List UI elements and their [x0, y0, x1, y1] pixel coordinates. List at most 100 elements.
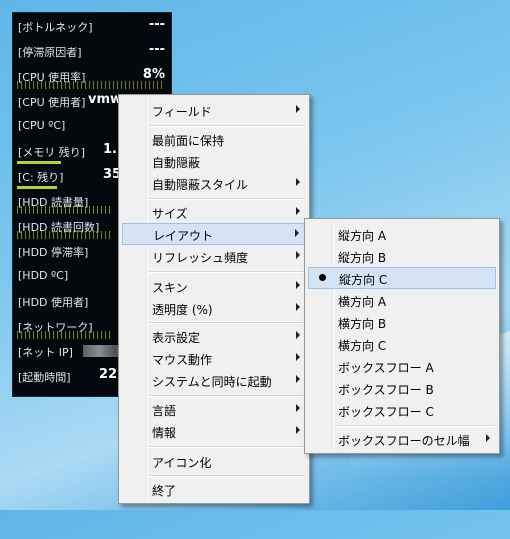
- layout-option-horizontal-b[interactable]: 横方向 B: [308, 311, 496, 333]
- menu-item-language[interactable]: 言語: [122, 398, 306, 420]
- menu-item-layout[interactable]: レイアウト: [122, 223, 306, 245]
- submenu-arrow-icon: [296, 353, 300, 361]
- menu-item-label: 縦方向 A: [338, 229, 387, 243]
- menu-item-auto-hide-style[interactable]: 自動隠蔽スタイル: [122, 172, 306, 194]
- row-label: [HDD ºC]: [18, 269, 69, 282]
- menu-item-startup[interactable]: システムと同時に起動: [122, 369, 306, 391]
- radio-selected-icon: [319, 274, 326, 281]
- layout-submenu: 縦方向 A 縦方向 B 縦方向 C 横方向 A 横方向 B 横方向 C ボックス…: [304, 218, 500, 454]
- submenu-arrow-icon: [296, 105, 300, 113]
- layout-option-boxflow-a[interactable]: ボックスフロー A: [308, 355, 496, 377]
- widget-row-stall-cause: [停滞原因者] ---: [13, 40, 171, 65]
- menu-item-label: ボックスフロー B: [338, 383, 434, 397]
- menu-item-label: アイコン化: [152, 456, 212, 470]
- widget-row-bottleneck: [ボトルネック] ---: [13, 15, 171, 40]
- hdd-count-graph: [17, 231, 111, 239]
- row-label: [HDD 使用者]: [18, 296, 89, 309]
- menu-item-label: 終了: [152, 484, 177, 498]
- layout-option-vertical-a[interactable]: 縦方向 A: [308, 223, 496, 245]
- menu-item-transparency[interactable]: 透明度 (%): [122, 297, 306, 319]
- row-value: 1.: [103, 142, 117, 157]
- menu-item-label: ボックスフロー C: [338, 405, 434, 419]
- row-value: 22: [99, 367, 118, 382]
- menu-separator: [149, 125, 305, 127]
- submenu-arrow-icon: [296, 404, 300, 412]
- menu-item-label: フィールド: [152, 105, 212, 119]
- layout-option-boxflow-b[interactable]: ボックスフロー B: [308, 377, 496, 399]
- menu-item-label: 言語: [152, 404, 177, 418]
- row-value: vmw: [88, 92, 123, 107]
- menu-item-always-on-top[interactable]: 最前面に保持: [122, 128, 306, 150]
- menu-item-label: スキン: [152, 281, 188, 295]
- submenu-arrow-icon: [296, 426, 300, 434]
- menu-item-info[interactable]: 情報: [122, 420, 306, 442]
- row-label: [ボトルネック]: [18, 21, 93, 34]
- menu-item-label: リフレッシュ頻度: [152, 251, 249, 265]
- menu-separator: [149, 271, 305, 273]
- menu-item-display-settings[interactable]: 表示設定: [122, 325, 306, 347]
- menu-item-skin[interactable]: スキン: [122, 275, 306, 297]
- widget-row-cpu-usage: [CPU 使用率] 8%: [13, 65, 171, 90]
- submenu-arrow-icon: [296, 303, 300, 311]
- menu-item-label: サイズ: [152, 207, 188, 221]
- layout-option-vertical-c[interactable]: 縦方向 C: [308, 267, 496, 289]
- submenu-arrow-icon: [296, 281, 300, 289]
- menu-item-label: 横方向 A: [338, 295, 387, 309]
- submenu-arrow-icon: [296, 251, 300, 259]
- menu-item-label: 表示設定: [152, 331, 201, 345]
- menu-item-size[interactable]: サイズ: [122, 201, 306, 223]
- menu-item-label: 横方向 B: [338, 317, 387, 331]
- layout-option-horizontal-a[interactable]: 横方向 A: [308, 289, 496, 311]
- submenu-arrow-icon: [295, 229, 299, 237]
- menu-item-auto-hide[interactable]: 自動隠蔽: [122, 150, 306, 172]
- menu-item-label: 自動隠蔽スタイル: [152, 178, 249, 192]
- menu-separator: [149, 475, 305, 477]
- menu-item-iconize[interactable]: アイコン化: [122, 450, 306, 472]
- menu-item-label: 縦方向 B: [338, 251, 387, 265]
- row-label: [停滞原因者]: [18, 46, 82, 59]
- menu-item-label: ボックスフローのセル幅: [338, 434, 470, 448]
- row-value: ---: [148, 42, 165, 57]
- submenu-arrow-icon: [296, 375, 300, 383]
- menu-item-label: 透明度 (%): [152, 303, 213, 317]
- network-graph: [17, 331, 111, 339]
- submenu-arrow-icon: [296, 331, 300, 339]
- row-label: [ネット IP]: [18, 346, 73, 359]
- memory-bar: [17, 161, 61, 164]
- row-label: [起動時間]: [18, 371, 71, 384]
- menu-item-exit[interactable]: 終了: [122, 478, 306, 500]
- menu-item-field[interactable]: フィールド: [122, 99, 306, 121]
- menu-item-refresh-rate[interactable]: リフレッシュ頻度: [122, 245, 306, 267]
- submenu-arrow-icon: [486, 434, 490, 442]
- row-label: [CPU ºC]: [18, 119, 66, 132]
- menu-separator: [149, 322, 305, 324]
- layout-option-boxflow-cell-width[interactable]: ボックスフローのセル幅: [308, 428, 496, 450]
- menu-item-label: 最前面に保持: [152, 134, 225, 148]
- row-label: [メモリ 残り]: [18, 146, 86, 159]
- row-value: 8%: [142, 67, 165, 82]
- submenu-arrow-icon: [296, 207, 300, 215]
- row-label: [C: 残り]: [18, 171, 64, 184]
- row-label: [HDD 停滞率]: [18, 246, 89, 259]
- menu-separator: [149, 198, 305, 200]
- menu-item-label: 縦方向 C: [339, 273, 388, 287]
- layout-option-boxflow-c[interactable]: ボックスフロー C: [308, 399, 496, 421]
- menu-item-label: 横方向 C: [338, 339, 387, 353]
- menu-item-label: ボックスフロー A: [338, 361, 434, 375]
- menu-item-label: 自動隠蔽: [152, 156, 201, 170]
- menu-item-label: 情報: [152, 426, 177, 440]
- menu-item-mouse-action[interactable]: マウス動作: [122, 347, 306, 369]
- row-value: ---: [148, 17, 165, 32]
- layout-option-horizontal-c[interactable]: 横方向 C: [308, 333, 496, 355]
- menu-item-label: マウス動作: [152, 353, 213, 367]
- menu-separator: [335, 425, 495, 427]
- menu-item-label: レイアウト: [153, 229, 214, 243]
- context-menu: フィールド 最前面に保持 自動隠蔽 自動隠蔽スタイル サイズ レイアウト リフレ…: [118, 94, 310, 504]
- submenu-arrow-icon: [296, 178, 300, 186]
- disk-bar: [17, 186, 57, 189]
- row-label: [CPU 使用者]: [18, 96, 86, 109]
- menu-separator: [149, 395, 305, 397]
- menu-separator: [149, 446, 305, 448]
- hdd-rw-graph: [17, 206, 111, 214]
- layout-option-vertical-b[interactable]: 縦方向 B: [308, 245, 496, 267]
